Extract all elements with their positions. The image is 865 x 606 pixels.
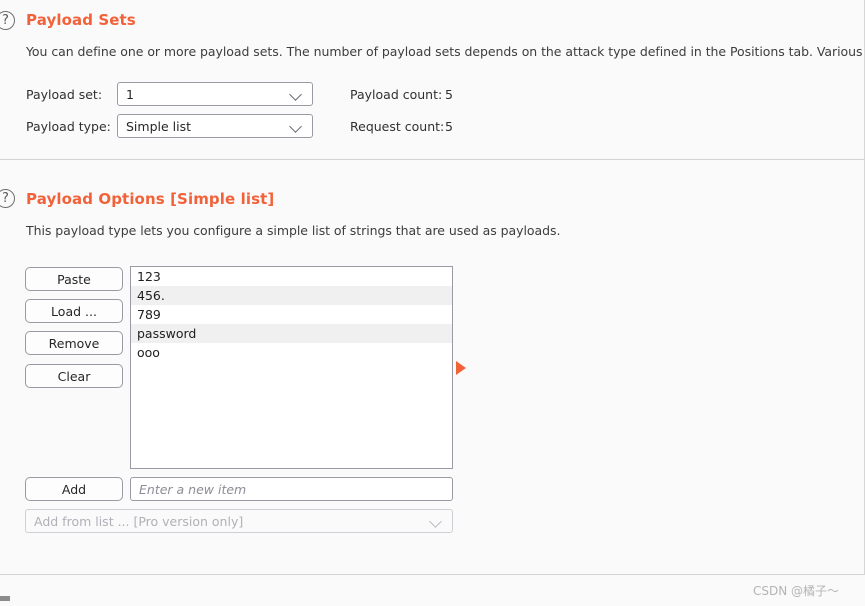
cropped-ui-artifact-bottom bbox=[0, 596, 10, 601]
payload-type-value: Simple list bbox=[126, 118, 192, 134]
remove-button[interactable]: Remove bbox=[25, 331, 123, 355]
chevron-down-icon bbox=[430, 514, 444, 528]
chevron-down-icon bbox=[290, 119, 304, 133]
clear-button-label: Clear bbox=[57, 368, 91, 384]
payload-list[interactable]: 123 456. 789 password ooo bbox=[130, 266, 453, 469]
list-item[interactable]: ooo bbox=[131, 343, 452, 362]
paste-button[interactable]: Paste bbox=[25, 267, 123, 291]
list-item[interactable]: 789 bbox=[131, 305, 452, 324]
add-from-list-dropdown[interactable]: Add from list ... [Pro version only] bbox=[25, 509, 453, 533]
payload-count-label: Payload count: bbox=[350, 87, 443, 102]
list-item[interactable]: 456. bbox=[131, 286, 452, 305]
watermark: CSDN @橘子～ bbox=[753, 584, 840, 598]
load-button-label: Load ... bbox=[51, 303, 97, 319]
new-item-placeholder: Enter a new item bbox=[139, 481, 247, 497]
new-item-input[interactable]: Enter a new item bbox=[130, 477, 453, 501]
payload-count-value: 5 bbox=[445, 87, 453, 102]
request-count-value: 5 bbox=[445, 119, 453, 134]
clear-button[interactable]: Clear bbox=[25, 364, 123, 388]
payload-set-value: 1 bbox=[126, 86, 134, 102]
payload-set-dropdown[interactable]: 1 bbox=[117, 82, 313, 106]
add-from-list-value: Add from list ... [Pro version only] bbox=[34, 513, 244, 529]
remove-button-label: Remove bbox=[48, 335, 100, 351]
paste-button-label: Paste bbox=[57, 271, 91, 287]
list-item[interactable]: 123 bbox=[131, 267, 452, 286]
payload-options-description: This payload type lets you configure a s… bbox=[26, 223, 561, 238]
payload-type-label: Payload type: bbox=[26, 119, 111, 134]
payload-options-title: Payload Options [Simple list] bbox=[26, 190, 275, 208]
list-item[interactable]: password bbox=[131, 324, 452, 343]
add-button-label: Add bbox=[61, 481, 87, 497]
payload-sets-description: You can define one or more payload sets.… bbox=[26, 44, 865, 59]
chevron-down-icon bbox=[290, 87, 304, 101]
payload-type-dropdown[interactable]: Simple list bbox=[117, 114, 313, 138]
load-button[interactable]: Load ... bbox=[25, 299, 123, 323]
play-triangle-marker-icon bbox=[456, 361, 466, 375]
add-button[interactable]: Add bbox=[25, 477, 123, 501]
request-count-label: Request count: bbox=[350, 119, 445, 134]
payload-set-label: Payload set: bbox=[26, 87, 103, 102]
section-divider-2 bbox=[0, 574, 865, 575]
payload-configuration-panel: ? Payload Sets You can define one or mor… bbox=[0, 0, 865, 606]
payload-sets-title: Payload Sets bbox=[26, 11, 136, 29]
